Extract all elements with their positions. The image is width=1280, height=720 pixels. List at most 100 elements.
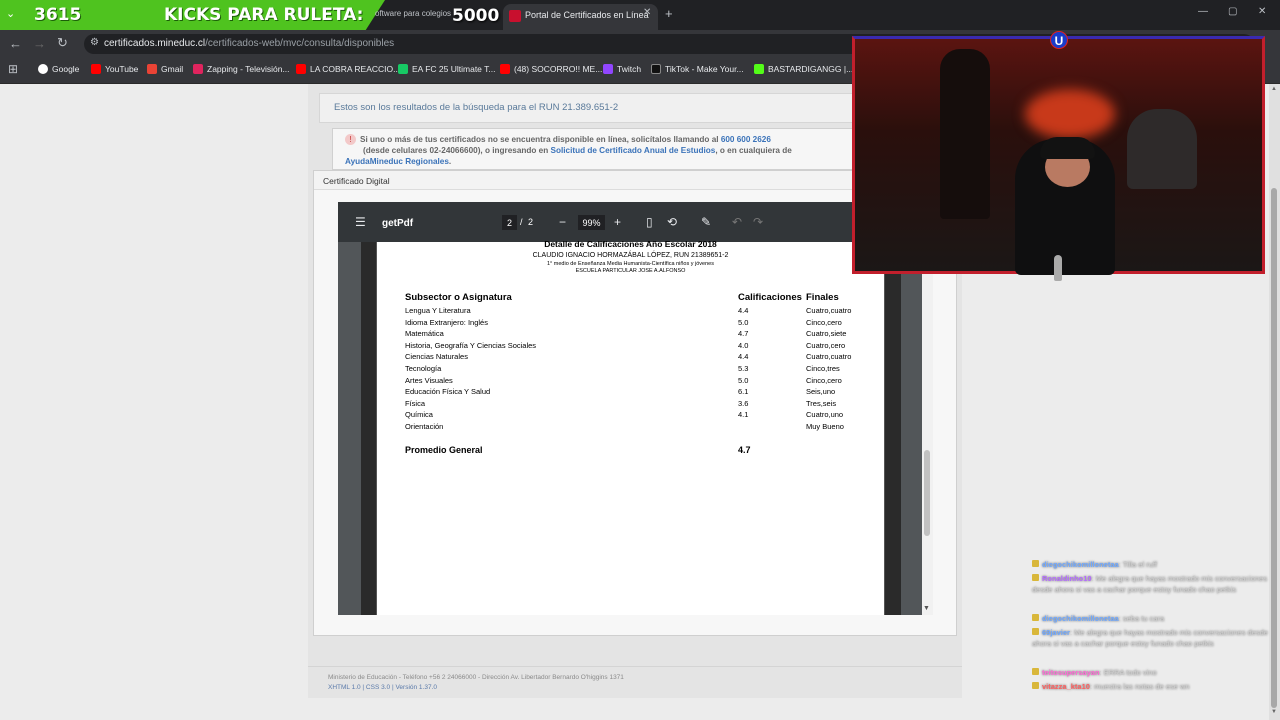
chat-username[interactable]: Ronaldinho10 [1042, 574, 1092, 583]
close-tab-icon[interactable]: ✕ [643, 7, 651, 18]
page-number-input[interactable]: 2 [502, 215, 517, 230]
col-grades: Calificaciones [738, 292, 802, 303]
twitch-icon [603, 64, 613, 74]
zoom-out-icon[interactable]: − [559, 215, 566, 229]
tab-inactive[interactable]: oftware para colegios [375, 9, 451, 18]
row-grade: 3.6 [738, 398, 749, 408]
row-grade: 4.4 [738, 352, 749, 362]
bookmark-zapping[interactable]: Zapping - Televisión... [193, 64, 290, 74]
bookmark-youtube[interactable]: YouTube [91, 64, 138, 74]
chat-username[interactable]: diegochikomillonetaa [1042, 560, 1119, 569]
row-final: Cuatro,cuatro [806, 306, 852, 315]
url-path: /certificados-web/mvc/consulta/disponibl… [205, 38, 395, 49]
tab-active-label: Portal de Certificados en Línea [525, 10, 649, 20]
stream-banner-text: KICKS PARA RULETA: [164, 5, 364, 25]
close-window-icon[interactable]: ✕ [1258, 6, 1266, 17]
zoom-input[interactable]: 99% [578, 215, 605, 230]
doc-title: Detalle de Calificaciones Año Escolar 20… [544, 239, 717, 249]
fit-page-icon[interactable]: ▯ [646, 215, 653, 229]
zapping-icon [193, 64, 203, 74]
rotate-icon[interactable]: ⟲ [667, 215, 677, 229]
bookmark-tiktok[interactable]: TikTok - Make Your... [651, 64, 744, 74]
chat-badge-icon [1032, 668, 1039, 675]
pdf-scroll-thumb[interactable] [924, 450, 930, 536]
tab-active[interactable]: Portal de Certificados en Línea [503, 4, 658, 30]
row-grade: 4.1 [738, 410, 749, 420]
chat-username[interactable]: vitazza_kta10 [1042, 682, 1090, 691]
row-final: Tres,seis [806, 398, 837, 408]
row-final: Cuatro,uno [806, 410, 844, 420]
annotate-icon[interactable]: ✎ [701, 215, 711, 229]
youtube-icon [500, 64, 510, 74]
doc-course: 1° medio de Enseñanza Media Humanista-Ci… [547, 261, 714, 267]
scroll-down-icon[interactable]: ▼ [923, 605, 930, 612]
gaming-chair [1127, 109, 1197, 189]
footer-links[interactable]: XHTML 1.0 | CSS 3.0 | Versión 1.37.0 [328, 683, 962, 693]
menu-icon[interactable]: ☰ [355, 215, 366, 229]
results-heading: Estos son los resultados de la búsqueda … [319, 93, 939, 123]
row-subject: Matemática [405, 329, 444, 339]
chat-badge-icon [1032, 614, 1039, 621]
youtube-icon [91, 64, 101, 74]
chat-username[interactable]: diegochikomillonetaa [1042, 614, 1119, 623]
notice-text-3: , o en cualquiera de [715, 146, 792, 155]
ea-fc-icon [398, 64, 408, 74]
pdf-scrollbar[interactable] [922, 242, 933, 615]
scroll-up-icon[interactable]: ▲ [1271, 86, 1277, 92]
notice-text-2: (desde celulares 02-24066600), o ingresa… [363, 146, 549, 155]
col-finals: Finales [806, 292, 839, 303]
chat-message: diegochikomillonetaa: seba tu cara [1032, 613, 1272, 624]
row-grade: 6.1 [738, 387, 749, 397]
forward-icon[interactable]: → [33, 36, 46, 51]
bookmark-google[interactable]: Google [38, 64, 79, 74]
redo-icon[interactable]: ↷ [753, 215, 763, 229]
reload-icon[interactable]: ↻ [57, 35, 68, 51]
gmail-icon [147, 64, 157, 74]
row-subject: Física [405, 398, 426, 408]
bookmark-gmail[interactable]: Gmail [147, 64, 183, 74]
average-value: 4.7 [738, 445, 751, 455]
notice-text-4: . [448, 157, 452, 166]
pdf-filename: getPdf [382, 218, 414, 229]
bookmark-socorro[interactable]: (48) SOCORRO!! ME... [500, 64, 602, 74]
chat-text: seba tu cara [1122, 614, 1165, 623]
notice-phone-link[interactable]: 600 600 2626 [721, 135, 771, 144]
team-badge-icon: U [1050, 31, 1068, 49]
stream-counter: 3615 [34, 5, 82, 25]
scroll-down-icon[interactable]: ▼ [1271, 709, 1277, 715]
undo-icon[interactable]: ↶ [732, 215, 742, 229]
bookmark-la-cobra[interactable]: LA COBRA REACCIO... [296, 64, 400, 74]
new-tab-icon[interactable]: + [665, 6, 673, 21]
tab-search-chevron-icon[interactable]: ⌄ [6, 7, 15, 20]
apps-grid-icon[interactable]: ⊞ [8, 62, 18, 76]
page-footer: Ministerio de Educación - Teléfono +56 2… [308, 666, 962, 698]
bookmark-bastardigang[interactable]: BASTARDIGANGG |... [754, 64, 853, 74]
row-final: Cinco,tres [806, 364, 840, 373]
row-final: Cuatro,cuatro [806, 352, 852, 362]
chat-message: diegochikomillonetaa: Tilla el ruff [1032, 559, 1272, 570]
kicks-value: 5000 [452, 6, 500, 26]
bookmark-ea-fc[interactable]: EA FC 25 Ultimate T... [398, 64, 495, 74]
row-subject: Artes Visuales [405, 375, 453, 385]
maximize-icon[interactable]: ▢ [1228, 6, 1237, 17]
notice-regional-link[interactable]: AyudaMineduc Regionales [345, 157, 449, 166]
background-lights [1025, 89, 1115, 139]
notice-certificate-link[interactable]: Solicitud de Certificado Anual de Estudi… [551, 146, 716, 155]
row-subject: Ciencias Naturales [405, 352, 468, 362]
tiktok-icon [651, 64, 661, 74]
chat-message: teitosupersayan: ERRA todo vino [1032, 667, 1272, 678]
microphone-icon [1054, 255, 1062, 281]
chat-username[interactable]: teitosupersayan [1042, 668, 1100, 677]
chat-username[interactable]: 69javier [1042, 628, 1070, 637]
minimize-icon[interactable]: — [1198, 6, 1208, 17]
row-grade: 4.4 [738, 306, 749, 315]
webcam-overlay [852, 36, 1265, 275]
row-subject: Educación Física Y Salud [405, 387, 491, 397]
zoom-in-icon[interactable]: + [614, 215, 621, 229]
back-icon[interactable]: ← [9, 36, 22, 51]
chat-text: Tilla el ruff [1122, 560, 1157, 569]
row-grade: 5.0 [738, 375, 749, 385]
doc-school: ESCUELA PARTICULAR JOSE A.ALFONSO [575, 268, 686, 274]
site-info-icon[interactable]: ⚙ [90, 37, 99, 48]
bookmark-twitch[interactable]: Twitch [603, 64, 641, 74]
